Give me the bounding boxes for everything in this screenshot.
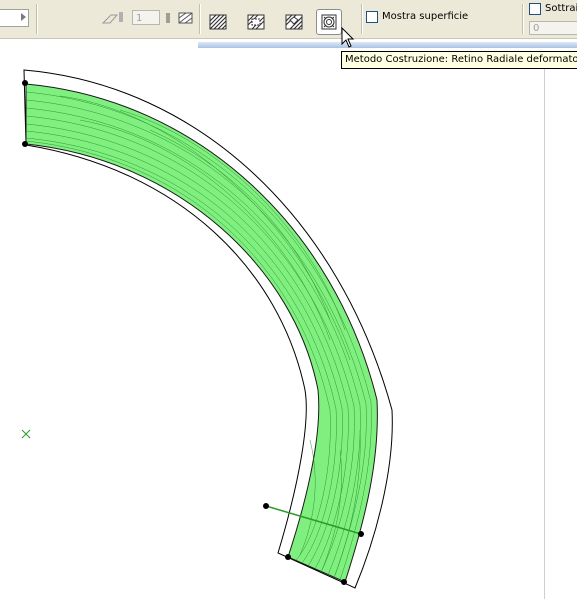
radial-hatch-button[interactable] [316,9,342,35]
show-surface-checkbox[interactable] [366,11,378,23]
toolbar-scrollbar[interactable] [198,42,577,48]
hatch-distorted-button[interactable] [243,9,269,35]
radial-fill-region[interactable] [25,83,378,583]
pen-icon [101,12,123,24]
toolbar-separator [361,4,363,34]
tooltip: Metodo Costruzione: Retino Radiale defor… [341,51,577,69]
info-toolbar: 1 Mostra superficie Sottrai 0 [0,0,577,39]
hatch-vector-button[interactable] [205,9,231,35]
toolbar-separator [522,4,524,34]
radial-hatch-icon [321,14,337,30]
hatch-rotated-button[interactable] [281,9,307,35]
subtract-value-field[interactable]: 0 [529,21,577,35]
chevron-right-icon [21,13,26,21]
fill-pattern-icon[interactable] [165,10,195,26]
distorted-hatch-icon [247,14,265,30]
origin-marker-icon [21,429,31,439]
handle-reference-start[interactable] [263,503,269,509]
rotated-hatch-icon [285,14,303,30]
subtract-label: Sottrai [545,3,577,14]
handle-bottom-outer[interactable] [341,579,347,585]
handle-reference-end[interactable] [358,531,364,537]
handle-top-inner[interactable] [22,141,28,147]
subtract-checkbox[interactable] [529,3,541,15]
toolbar-separator [36,4,38,34]
canvas-edge-rule [544,64,545,599]
handle-top-outer[interactable] [22,80,28,86]
layer-dropdown[interactable] [0,9,29,27]
handle-bottom-inner[interactable] [285,554,291,560]
drawing-canvas[interactable] [0,0,577,599]
diagonal-hatch-icon [209,14,227,30]
toolbar-separator [199,4,201,34]
mouse-cursor-icon [341,27,355,48]
pen-number-field[interactable]: 1 [132,10,160,25]
show-surface-label: Mostra superficie [382,11,469,22]
